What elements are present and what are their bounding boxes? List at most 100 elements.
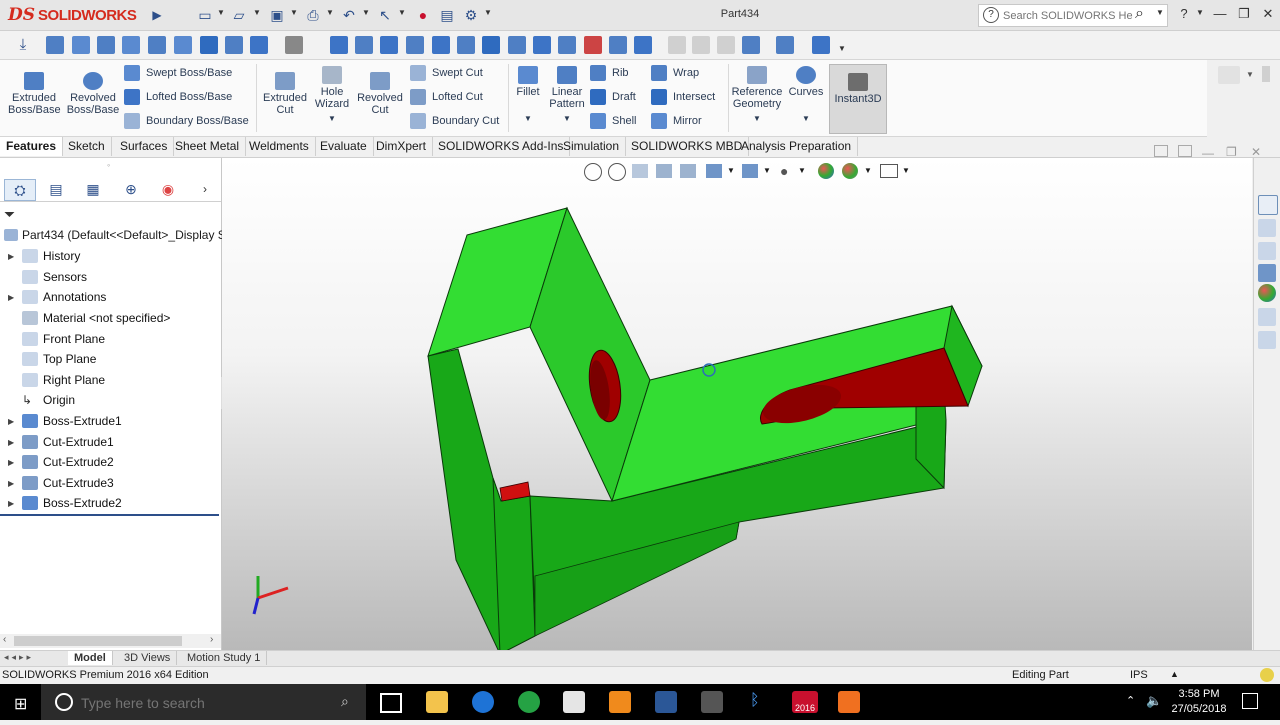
minimize-button[interactable]: — — [1210, 5, 1230, 23]
revolved-boss-button[interactable]: Revolved Boss/Base — [66, 72, 120, 116]
doc-minimize-button[interactable]: — — [1202, 146, 1214, 160]
linear-pattern-dropdown-icon[interactable]: ▼ — [547, 113, 587, 125]
scroll-right-icon[interactable]: › — [210, 634, 213, 645]
instant3d-button[interactable]: Instant3D — [829, 64, 887, 134]
feature-12-icon[interactable] — [609, 36, 627, 54]
tab-model[interactable]: Model — [68, 651, 113, 665]
word-icon[interactable] — [655, 691, 677, 713]
panel-horizontal-scrollbar[interactable]: ‹ › — [0, 634, 221, 648]
draft-button[interactable]: Draft — [590, 87, 636, 107]
open-folder-icon[interactable]: ▱ — [230, 6, 248, 24]
filter-icon[interactable]: ⏷ — [4, 206, 15, 223]
tab-analysis-preparation[interactable]: Analysis Preparation — [735, 137, 859, 156]
expand-arrow-icon[interactable]: ▶ — [8, 438, 22, 447]
expand-arrow-icon[interactable]: ▶ — [8, 458, 22, 467]
display-manager-tab-icon[interactable]: ◉ — [153, 179, 183, 199]
tree-item-boss-extrude1[interactable]: ▶ Boss-Extrude1 — [8, 411, 122, 431]
expand-arrow-icon[interactable]: ▶ — [8, 479, 22, 488]
print-dropdown-icon[interactable]: ▼ — [326, 8, 334, 17]
sketch-1-icon[interactable] — [776, 36, 794, 54]
solidworks-resources-icon[interactable] — [1258, 195, 1278, 215]
options-gear-icon[interactable]: ⚙ — [462, 6, 480, 24]
new-document-icon[interactable]: ▭ — [196, 6, 214, 24]
lofted-boss-button[interactable]: Lofted Boss/Base — [124, 87, 232, 107]
tab-3d-views[interactable]: 3D Views — [118, 651, 178, 665]
tab-sketch[interactable]: Sketch — [62, 137, 112, 156]
boundary-cut-button[interactable]: Boundary Cut — [410, 111, 499, 131]
expand-arrow-icon[interactable]: ▶ — [8, 499, 22, 508]
tile-vertical-icon[interactable] — [1178, 145, 1192, 157]
view-box-1-icon[interactable] — [46, 36, 64, 54]
vlc-icon[interactable] — [609, 691, 631, 713]
print-icon[interactable]: ⎙ — [304, 6, 322, 24]
save-dropdown-icon[interactable]: ▼ — [290, 8, 298, 17]
ribbon-scroll-handle[interactable] — [1262, 66, 1270, 82]
tree-item-cut-extrude3[interactable]: ▶ Cut-Extrude3 — [8, 473, 114, 493]
tree-root-part[interactable]: Part434 (Default<<Default>_Display Sta — [4, 228, 236, 242]
solidworks-taskbar-icon[interactable]: 2016 — [792, 691, 818, 713]
tree-item-annotations[interactable]: ▶ Annotations — [8, 287, 106, 307]
options-dropdown-icon[interactable]: ▼ — [484, 8, 492, 17]
task-view-icon[interactable] — [380, 693, 402, 713]
reference-geometry-dropdown-icon[interactable]: ▼ — [731, 113, 783, 125]
tab-solidworks-add-ins[interactable]: SOLIDWORKS Add-Ins — [432, 137, 571, 156]
feature-5-icon[interactable] — [432, 36, 450, 54]
boundary-boss-button[interactable]: Boundary Boss/Base — [124, 111, 249, 131]
tree-item-sensors[interactable]: Sensors — [8, 267, 87, 287]
video-editor-icon[interactable] — [701, 691, 723, 713]
graphics-area[interactable]: ▼ ▼ ● ▼ ▼ ▼ — [222, 158, 1252, 650]
tab-evaluate[interactable]: Evaluate — [314, 137, 374, 156]
hole-wizard-button[interactable]: Hole Wizard ▼ — [310, 66, 354, 125]
part-model-3d[interactable] — [222, 158, 1252, 650]
feature-14-icon[interactable] — [742, 36, 760, 54]
panel-more-icon[interactable]: › — [196, 179, 214, 199]
appearances-icon[interactable] — [1258, 284, 1276, 302]
feature-1-icon[interactable] — [330, 36, 348, 54]
help-dropdown-icon[interactable]: ▼ — [1196, 8, 1204, 17]
tab-dimxpert[interactable]: DimXpert — [370, 137, 434, 156]
units-selector[interactable]: IPS — [1130, 669, 1148, 681]
expand-arrow-icon[interactable]: ▶ — [8, 417, 22, 426]
view-box-7-icon[interactable] — [200, 36, 218, 54]
microphone-icon[interactable]: ⌕ — [341, 693, 349, 710]
select-dropdown-icon[interactable]: ▼ — [398, 8, 406, 17]
feature-6-icon[interactable] — [457, 36, 475, 54]
extruded-cut-button[interactable]: Extruded Cut — [259, 72, 311, 116]
panel-splitter-handle[interactable]: ◦ — [107, 160, 110, 170]
feature-4-icon[interactable] — [406, 36, 424, 54]
expand-arrow-icon[interactable]: ▶ — [8, 293, 22, 302]
feature-manager-tab-icon[interactable]: ⛭ — [4, 179, 36, 201]
tab-simulation[interactable]: Simulation — [557, 137, 627, 156]
file-properties-icon[interactable]: ▤ — [438, 6, 456, 24]
taskbar-search-input[interactable] — [79, 693, 323, 713]
feature-3-icon[interactable] — [380, 36, 398, 54]
wrap-button[interactable]: Wrap — [651, 63, 699, 83]
tab-scroll-arrows-icon[interactable]: ◂◂▸▸ — [4, 652, 34, 663]
curves-button[interactable]: Curves ▼ — [786, 66, 826, 125]
feature-9-icon[interactable] — [533, 36, 551, 54]
lofted-cut-button[interactable]: Lofted Cut — [410, 87, 483, 107]
undo-dropdown-icon[interactable]: ▼ — [362, 8, 370, 17]
select-cursor-icon[interactable]: ↖ — [376, 6, 394, 24]
revolved-cut-button[interactable]: Revolved Cut — [354, 72, 406, 116]
view-palette-icon[interactable] — [1258, 264, 1276, 282]
windows-start-icon[interactable]: ⊞ — [14, 694, 27, 714]
design-library-icon[interactable] — [1258, 219, 1276, 237]
tree-item-cut-extrude1[interactable]: ▶ Cut-Extrude1 — [8, 432, 114, 452]
tab-features[interactable]: Features — [0, 137, 64, 156]
rib-button[interactable]: Rib — [590, 63, 629, 83]
bluetooth-icon[interactable]: ᛒ — [750, 692, 760, 710]
view-box-3-icon[interactable] — [97, 36, 115, 54]
doc-restore-button[interactable]: ❐ — [1226, 145, 1237, 159]
rebuild-icon[interactable]: ● — [414, 6, 432, 24]
taskbar-clock[interactable]: 3:58 PM 27/05/2018 — [1168, 687, 1230, 717]
tree-item-history[interactable]: ▶ History — [8, 246, 80, 266]
tree-item-cut-extrude2[interactable]: ▶ Cut-Extrude2 — [8, 452, 114, 472]
system-tray-arrow-icon[interactable]: ⌃ — [1126, 694, 1135, 707]
notifications-icon[interactable] — [1242, 693, 1258, 709]
help-search-input[interactable] — [1001, 7, 1135, 24]
fillet-button[interactable]: Fillet ▼ — [512, 66, 544, 125]
tree-item-right-plane[interactable]: Right Plane — [8, 370, 105, 390]
swept-boss-button[interactable]: Swept Boss/Base — [124, 63, 232, 83]
tree-item-top-plane[interactable]: Top Plane — [8, 349, 96, 369]
